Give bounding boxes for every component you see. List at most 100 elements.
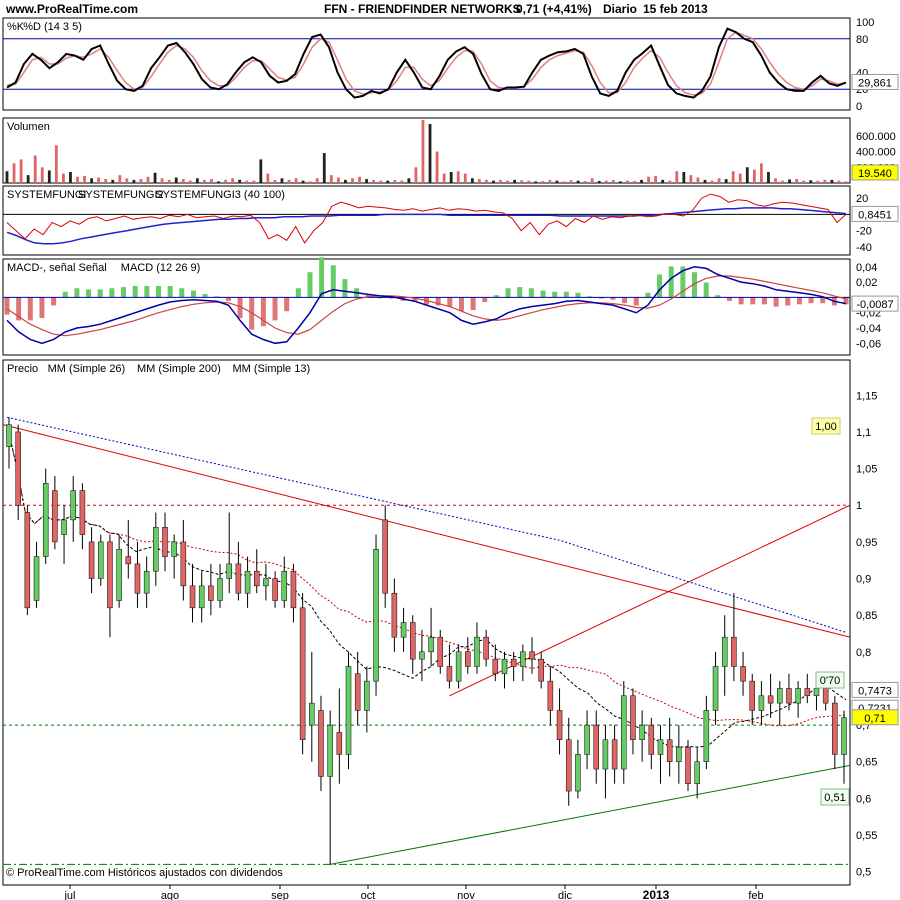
candle-body xyxy=(318,710,324,777)
volume-bar xyxy=(358,176,361,183)
volume-bar xyxy=(640,179,643,183)
volume-bar xyxy=(26,175,30,183)
candle-body xyxy=(309,702,315,726)
volume-bar xyxy=(111,179,115,183)
candle-body xyxy=(804,688,811,697)
volume-bar xyxy=(520,180,524,183)
candle-body xyxy=(235,563,242,594)
volume-bar xyxy=(767,171,770,183)
candle-body xyxy=(556,710,563,741)
volume-bar xyxy=(506,180,509,183)
price-panel: 1,151,11,0510,950,90,850,80,750,70,650,6… xyxy=(2,359,899,886)
stochastic-legend-0: %K xyxy=(7,21,25,33)
macd-histogram-bar xyxy=(738,297,744,305)
volume-bar xyxy=(809,180,813,183)
macd-histogram-bar xyxy=(750,297,756,305)
stochastic-tick-label-0: 100 xyxy=(856,17,874,29)
volume-bar xyxy=(492,180,495,183)
candle-body xyxy=(602,739,609,770)
macd-histogram-bar xyxy=(482,297,488,303)
macd-histogram-bar xyxy=(27,297,33,321)
volume-bar xyxy=(562,181,566,183)
candle-body xyxy=(116,548,122,601)
volume-bar xyxy=(611,179,615,183)
candle-body xyxy=(290,570,297,609)
candle-body xyxy=(33,556,40,601)
candle-body xyxy=(666,739,673,762)
systemfungi-legend-1: SYSTEMFUNGI2 xyxy=(78,189,164,201)
candle-body xyxy=(538,658,544,682)
candle-body xyxy=(492,658,499,675)
macd-histogram-bar xyxy=(785,297,791,306)
candle-body xyxy=(501,658,508,675)
candle-body xyxy=(584,724,590,755)
candle-body xyxy=(345,666,352,755)
volume-bar xyxy=(379,180,383,183)
candle-body xyxy=(712,666,719,711)
volume-bar xyxy=(548,179,552,183)
candle-body xyxy=(263,578,269,587)
candle-body xyxy=(437,636,444,667)
volume-bar xyxy=(788,179,791,183)
macd-histogram-bar xyxy=(51,297,57,306)
annotation-1-00: 1,00 xyxy=(815,421,836,433)
candle-body xyxy=(281,570,288,601)
macd-histogram-bar xyxy=(633,297,639,306)
volume-bar xyxy=(647,176,650,183)
macd-histogram-bar xyxy=(552,291,558,298)
macd-histogram-bar xyxy=(820,297,826,304)
volume-bar xyxy=(400,180,404,183)
volume-bar xyxy=(738,173,742,183)
macd-histogram-bar xyxy=(773,297,779,307)
systemfungi-legend-2: SYSTEMFUNGI3 (40 100) xyxy=(155,189,285,201)
candle-body xyxy=(795,688,801,704)
candle-body xyxy=(208,585,214,601)
price-legend-2: MM (Simple 200) xyxy=(137,363,221,375)
macd-histogram-bar xyxy=(74,288,80,298)
macd-last-value: -0,0087 xyxy=(856,299,893,311)
volume-bar xyxy=(132,179,136,183)
stochastic-legend-1: %D (14 3 5) xyxy=(23,21,82,33)
volume-bar xyxy=(703,179,707,183)
site-name[interactable]: www.ProRealTime.com xyxy=(5,2,138,16)
macd-tick-label-4: -0,06 xyxy=(856,338,881,350)
x-tick-label-7: feb xyxy=(748,890,763,900)
macd-histogram-bar xyxy=(272,297,278,321)
volume-bar xyxy=(717,178,721,183)
volume-bar xyxy=(245,180,249,183)
candle-body xyxy=(767,695,774,704)
last-price-label: 0,71 xyxy=(864,713,885,725)
volume-bar xyxy=(365,179,368,183)
volume-bar xyxy=(259,159,263,183)
volume-bar xyxy=(153,172,157,183)
volume-bar xyxy=(210,179,213,183)
candle-body xyxy=(639,724,645,741)
candle-body xyxy=(336,732,343,755)
candle-body xyxy=(593,724,599,770)
candle-body xyxy=(758,695,765,711)
price-tick-label-4: 0,95 xyxy=(856,537,877,549)
candle-body xyxy=(520,651,526,667)
candle-body xyxy=(694,761,700,784)
volume-tick-label-1: 400.000 xyxy=(856,147,896,159)
candle-body xyxy=(841,717,847,755)
price-panel-frame xyxy=(2,359,851,886)
volume-bar xyxy=(322,153,326,183)
volume-bar xyxy=(301,180,305,183)
macd-histogram-bar xyxy=(109,288,115,298)
x-tick-label-5: dic xyxy=(558,890,573,900)
macd-histogram-bar xyxy=(540,290,546,298)
volume-bar xyxy=(33,155,37,183)
candle-body xyxy=(98,541,104,579)
candle-body xyxy=(446,666,453,682)
candle-body xyxy=(143,570,150,594)
candle-body xyxy=(171,541,177,557)
candle-body xyxy=(382,519,388,594)
volume-bar xyxy=(372,179,376,183)
volume-panel: 600.000400.000200.000Volumen19.540 xyxy=(2,117,899,184)
footer-note: © ProRealTime.com Históricos ajustados c… xyxy=(6,867,283,879)
volume-bar xyxy=(104,179,108,183)
volume-bar xyxy=(477,179,481,183)
macd-histogram-bar xyxy=(307,272,313,298)
candle-body xyxy=(749,680,755,711)
